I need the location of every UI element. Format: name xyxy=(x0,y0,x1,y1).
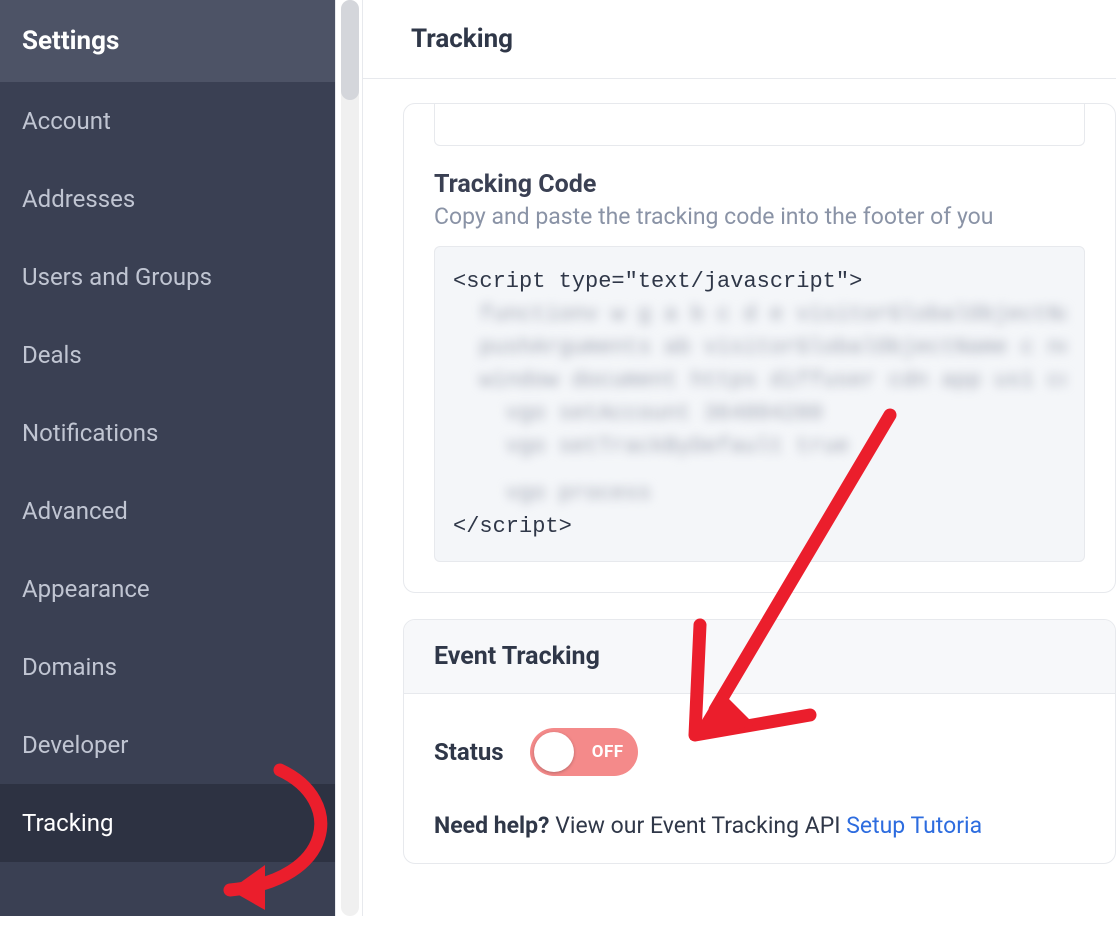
sidebar-title: Settings xyxy=(22,26,313,56)
tracking-code-box[interactable]: <script type="text/javascript"> function… xyxy=(434,246,1085,562)
sidebar-item-deals[interactable]: Deals xyxy=(0,316,335,394)
code-line-blurred: vgo process xyxy=(453,477,1066,510)
sidebar: Settings Account Addresses Users and Gro… xyxy=(0,0,335,916)
scrollbar-thumb[interactable] xyxy=(341,0,359,100)
help-strong: Need help? xyxy=(434,812,550,839)
main-header: Tracking xyxy=(363,0,1116,79)
help-line: Need help? View our Event Tracking API S… xyxy=(434,812,1085,839)
sidebar-item-advanced[interactable]: Advanced xyxy=(0,472,335,550)
event-tracking-header: Event Tracking xyxy=(404,620,1115,694)
code-line-open: <script type="text/javascript"> xyxy=(453,265,1066,298)
sidebar-item-notifications[interactable]: Notifications xyxy=(0,394,335,472)
scrollbar[interactable] xyxy=(335,0,363,916)
sidebar-items: Account Addresses Users and Groups Deals… xyxy=(0,82,335,862)
sidebar-item-account[interactable]: Account xyxy=(0,82,335,160)
scrollbar-track xyxy=(341,0,359,916)
tracking-code-panel: Tracking Code Copy and paste the trackin… xyxy=(403,103,1116,593)
help-link[interactable]: Setup Tutoria xyxy=(846,812,982,839)
code-line-blurred: vgo setTrackByDefault true xyxy=(453,430,1066,463)
status-row: Status OFF xyxy=(434,728,1085,776)
sidebar-item-addresses[interactable]: Addresses xyxy=(0,160,335,238)
toggle-knob xyxy=(534,732,574,772)
code-line-blurred: functionv w g a b c d e visitorGlobalObj… xyxy=(453,298,1066,331)
main-content: Tracking Tracking Code Copy and paste th… xyxy=(363,0,1116,916)
help-text: View our Event Tracking API xyxy=(550,812,847,839)
sidebar-item-users-groups[interactable]: Users and Groups xyxy=(0,238,335,316)
toggle-state-text: OFF xyxy=(592,742,624,762)
tracking-code-heading: Tracking Code xyxy=(404,170,1115,199)
sidebar-item-domains[interactable]: Domains xyxy=(0,628,335,706)
panel-top-stub xyxy=(434,104,1085,146)
status-toggle[interactable]: OFF xyxy=(530,728,638,776)
code-line-blurred: window document https diffuser cdn app u… xyxy=(453,364,1066,397)
sidebar-item-developer[interactable]: Developer xyxy=(0,706,335,784)
sidebar-header: Settings xyxy=(0,0,335,82)
event-tracking-panel: Event Tracking Status OFF Need help? Vie… xyxy=(403,619,1116,864)
sidebar-item-tracking[interactable]: Tracking xyxy=(0,784,335,862)
code-line-blurred: vgo setAccount 364804280 xyxy=(453,397,1066,430)
tracking-code-subtitle: Copy and paste the tracking code into th… xyxy=(404,199,1115,246)
status-label: Status xyxy=(434,738,504,766)
sidebar-item-appearance[interactable]: Appearance xyxy=(0,550,335,628)
event-tracking-body: Status OFF Need help? View our Event Tra… xyxy=(404,694,1115,863)
code-line-close: </script> xyxy=(453,510,1066,543)
page-title: Tracking xyxy=(411,24,1068,54)
code-line-blurred: pushArguments ab visitorGlobalObjectName… xyxy=(453,331,1066,364)
event-tracking-heading: Event Tracking xyxy=(434,642,1085,671)
content-area: Tracking Code Copy and paste the trackin… xyxy=(363,79,1116,864)
